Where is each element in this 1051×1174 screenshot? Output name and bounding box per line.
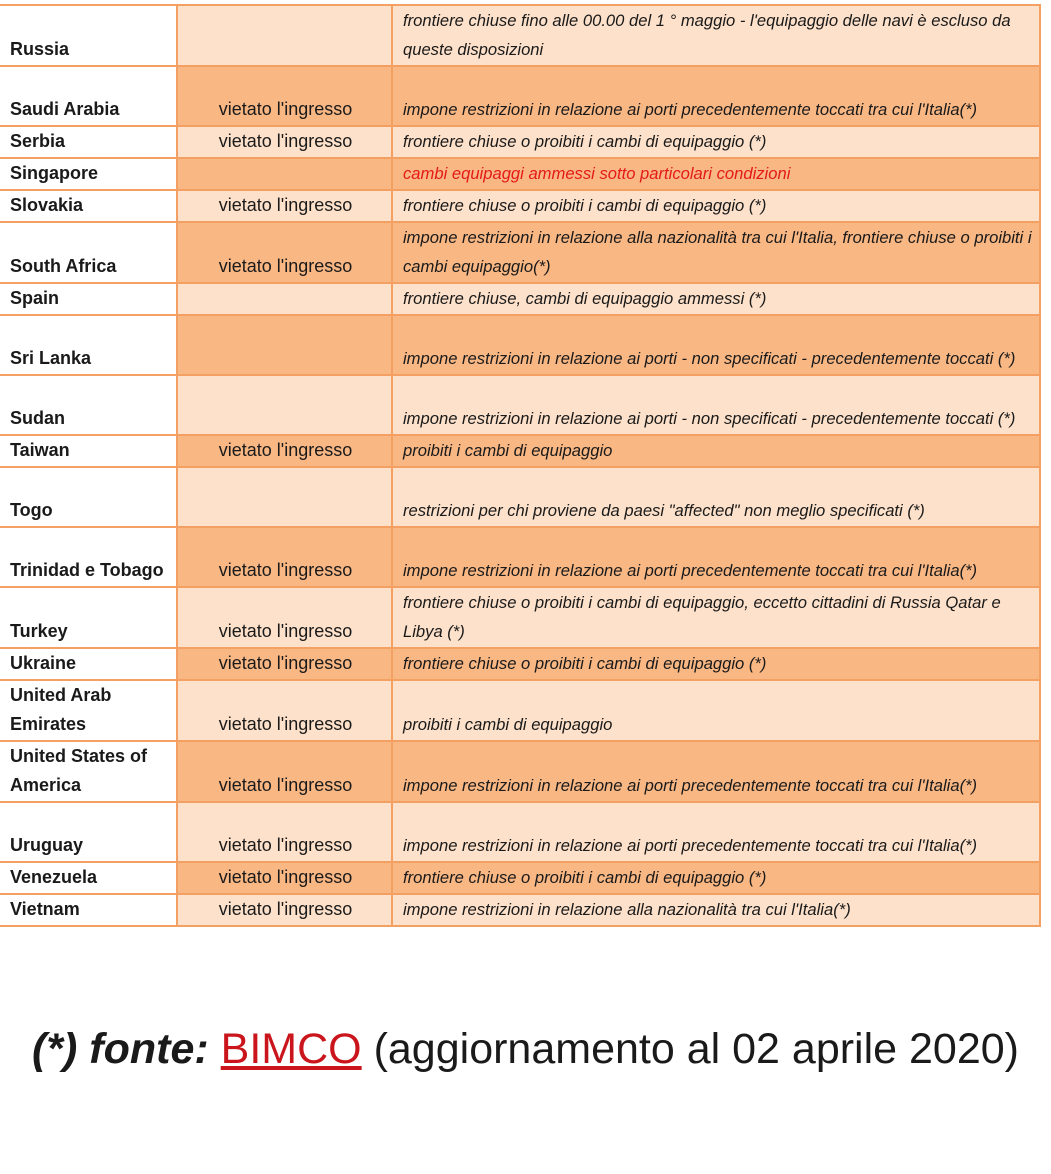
restriction-note-cell: cambi equipaggi ammessi sotto particolar… bbox=[392, 157, 1041, 191]
restriction-note-cell: frontiere chiuse o proibiti i cambi di e… bbox=[392, 586, 1041, 649]
restriction-note-cell: proibiti i cambi di equipaggio bbox=[392, 434, 1041, 468]
restriction-note-cell: impone restrizioni in relazione alla naz… bbox=[392, 221, 1041, 284]
country-cell: Slovakia bbox=[0, 189, 177, 223]
country-cell: Sri Lanka bbox=[0, 314, 177, 376]
restriction-note-cell: frontiere chiuse o proibiti i cambi di e… bbox=[392, 189, 1041, 223]
entry-status-cell: vietato l'ingresso bbox=[176, 740, 393, 803]
restrictions-table-body: Russia frontiere chiuse fino alle 00.00 d… bbox=[0, 4, 1041, 927]
entry-status-cell: vietato l'ingresso bbox=[176, 221, 393, 284]
restriction-note-cell: restrizioni per chi proviene da paesi "a… bbox=[392, 466, 1041, 528]
country-cell: Serbia bbox=[0, 125, 177, 159]
country-cell: Singapore bbox=[0, 157, 177, 191]
country-cell: United States of America bbox=[0, 740, 177, 803]
entry-status-cell: vietato l'ingresso bbox=[176, 65, 393, 127]
table-row: South Africa vietato l'ingresso impone res… bbox=[0, 221, 1041, 284]
entry-status-cell bbox=[176, 282, 393, 316]
table-row: Uruguay vietato l'ingresso impone restrizi… bbox=[0, 801, 1041, 863]
table-row: Spain frontiere chiuse, cambi di equipagg… bbox=[0, 282, 1041, 316]
entry-status-cell: vietato l'ingresso bbox=[176, 647, 393, 681]
country-cell: Venezuela bbox=[0, 861, 177, 895]
table-row: Turkey vietato l'ingresso frontiere chiuse… bbox=[0, 586, 1041, 649]
restriction-note-cell: frontiere chiuse o proibiti i cambi di e… bbox=[392, 647, 1041, 681]
table-row: Saudi Arabia vietato l'ingresso impone res… bbox=[0, 65, 1041, 127]
restriction-note-cell: impone restrizioni in relazione ai porti… bbox=[392, 740, 1041, 803]
table-row: Serbia vietato l'ingresso frontiere chiuse… bbox=[0, 125, 1041, 159]
table-row: Trinidad e Tobago vietato l'ingresso impon… bbox=[0, 526, 1041, 588]
bimco-link[interactable]: BIMCO bbox=[221, 1025, 362, 1073]
restriction-note-cell: impone restrizioni in relazione ai porti… bbox=[392, 314, 1041, 376]
entry-status-cell bbox=[176, 4, 393, 67]
restriction-note-cell: impone restrizioni in relazione ai porti… bbox=[392, 65, 1041, 127]
source-label: (*) fonte: bbox=[31, 1025, 209, 1073]
restriction-note-cell: frontiere chiuse fino alle 00.00 del 1 °… bbox=[392, 4, 1041, 67]
entry-status-cell: vietato l'ingresso bbox=[176, 125, 393, 159]
restriction-note-cell: impone restrizioni in relazione ai porti… bbox=[392, 526, 1041, 588]
country-cell: Turkey bbox=[0, 586, 177, 649]
table-row: Russia frontiere chiuse fino alle 00.00 d… bbox=[0, 4, 1041, 67]
entry-status-cell: vietato l'ingresso bbox=[176, 586, 393, 649]
country-cell: Togo bbox=[0, 466, 177, 528]
table-row: United States of America vietato l'ingres… bbox=[0, 740, 1041, 803]
restriction-note-cell: impone restrizioni in relazione alla naz… bbox=[392, 893, 1041, 927]
country-cell: Vietnam bbox=[0, 893, 177, 927]
table-row: Ukraine vietato l'ingresso frontiere chius… bbox=[0, 647, 1041, 681]
restriction-note-cell: frontiere chiuse o proibiti i cambi di e… bbox=[392, 125, 1041, 159]
entry-status-cell: vietato l'ingresso bbox=[176, 893, 393, 927]
restriction-note-cell: impone restrizioni in relazione ai porti… bbox=[392, 374, 1041, 436]
entry-status-cell: vietato l'ingresso bbox=[176, 434, 393, 468]
entry-status-cell: vietato l'ingresso bbox=[176, 679, 393, 742]
entry-status-cell bbox=[176, 374, 393, 436]
table-row: Singapore cambi equipaggi ammessi sotto p… bbox=[0, 157, 1041, 191]
table-row: Sri Lanka impone restrizioni in relazione… bbox=[0, 314, 1041, 376]
entry-status-cell: vietato l'ingresso bbox=[176, 801, 393, 863]
table-row: United Arab Emirates vietato l'ingresso pr… bbox=[0, 679, 1041, 742]
country-cell: United Arab Emirates bbox=[0, 679, 177, 742]
country-cell: South Africa bbox=[0, 221, 177, 284]
country-cell: Taiwan bbox=[0, 434, 177, 468]
entry-status-cell bbox=[176, 466, 393, 528]
table-row: Togo restrizioni per chi proviene da paes… bbox=[0, 466, 1041, 528]
restriction-note-cell: impone restrizioni in relazione ai porti… bbox=[392, 801, 1041, 863]
restriction-note-cell: proibiti i cambi di equipaggio bbox=[392, 679, 1041, 742]
entry-status-cell bbox=[176, 314, 393, 376]
source-footer: (*) fonte: BIMCO (aggiornamento al 02 ap… bbox=[0, 1005, 1051, 1093]
restriction-note-cell: frontiere chiuse, cambi di equipaggio am… bbox=[392, 282, 1041, 316]
entry-status-cell: vietato l'ingresso bbox=[176, 526, 393, 588]
country-cell: Uruguay bbox=[0, 801, 177, 863]
table-row: Slovakia vietato l'ingresso frontiere chiu… bbox=[0, 189, 1041, 223]
entry-status-cell: vietato l'ingresso bbox=[176, 189, 393, 223]
entry-status-cell: vietato l'ingresso bbox=[176, 861, 393, 895]
table-row: Venezuela vietato l'ingresso frontiere chi… bbox=[0, 861, 1041, 895]
restrictions-table: Russia frontiere chiuse fino alle 00.00 d… bbox=[0, 4, 1041, 927]
table-row: Taiwan vietato l'ingresso proibiti i cambi… bbox=[0, 434, 1041, 468]
country-cell: Saudi Arabia bbox=[0, 65, 177, 127]
country-cell: Trinidad e Tobago bbox=[0, 526, 177, 588]
update-date-text: (aggiornamento al 02 aprile 2020) bbox=[361, 1025, 1019, 1073]
country-cell: Russia bbox=[0, 4, 177, 67]
table-row: Sudan impone restrizioni in relazione ai … bbox=[0, 374, 1041, 436]
restriction-note-cell: frontiere chiuse o proibiti i cambi di e… bbox=[392, 861, 1041, 895]
country-cell: Spain bbox=[0, 282, 177, 316]
table-row: Vietnam vietato l'ingresso impone restrizi… bbox=[0, 893, 1041, 927]
entry-status-cell bbox=[176, 157, 393, 191]
country-cell: Ukraine bbox=[0, 647, 177, 681]
country-cell: Sudan bbox=[0, 374, 177, 436]
